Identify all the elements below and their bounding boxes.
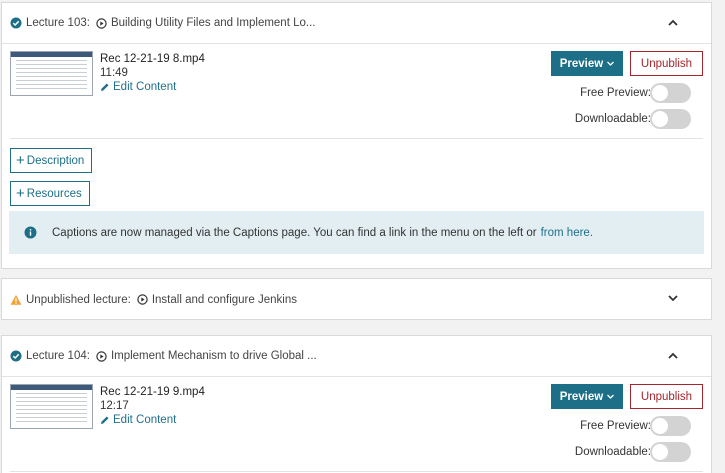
play-circle-icon — [137, 294, 148, 305]
lecture-content-row: Rec 12-21-19 8.mp4 11:49 Edit Content Pr… — [10, 44, 703, 139]
check-circle-icon — [10, 17, 22, 29]
chevron-up-icon[interactable] — [667, 16, 679, 28]
edit-content-link[interactable]: Edit Content — [100, 413, 205, 427]
captions-link[interactable]: from here. — [541, 227, 593, 239]
unpublished-label: Unpublished lecture: — [26, 293, 131, 306]
file-info: Rec 12-21-19 9.mp4 12:17 Edit Content — [100, 385, 205, 427]
lecture-header-text: Lecture 104: Implement Mechanism to driv… — [10, 350, 317, 362]
info-text: Captions are now managed via the Caption… — [52, 226, 537, 239]
free-preview-label: Free Preview: — [580, 420, 651, 432]
check-circle-icon — [10, 350, 22, 362]
free-preview-toggle[interactable] — [650, 416, 691, 436]
downloadable-toggle[interactable] — [650, 442, 691, 462]
unpublished-lecture-card: Unpublished lecture: Install and configu… — [1, 278, 712, 320]
downloadable-label: Downloadable: — [574, 113, 651, 125]
unpublish-button[interactable]: Unpublish — [630, 51, 703, 76]
play-circle-icon — [96, 17, 107, 29]
pencil-icon — [100, 82, 110, 92]
unpublished-title: Install and configure Jenkins — [151, 293, 297, 306]
caret-down-icon — [607, 394, 615, 399]
preview-label: Preview — [559, 57, 604, 70]
edit-content-label: Edit Content — [113, 81, 177, 93]
play-circle-icon — [96, 350, 107, 362]
file-duration: 12:17 — [100, 400, 129, 412]
resources-label: Resources — [26, 187, 82, 200]
pencil-icon — [100, 415, 110, 425]
file-info: Rec 12-21-19 8.mp4 11:49 Edit Content — [100, 52, 205, 94]
unpublish-button[interactable]: Unpublish — [630, 384, 703, 409]
add-resources-button[interactable]: + Resources — [10, 181, 90, 206]
chevron-down-icon[interactable] — [667, 292, 679, 304]
lecture-number: Lecture 104: — [26, 350, 90, 362]
edit-content-link[interactable]: Edit Content — [100, 80, 205, 94]
edit-content-label: Edit Content — [113, 414, 177, 426]
lecture-header[interactable]: Lecture 104: Implement Mechanism to driv… — [2, 336, 711, 377]
file-name: Rec 12-21-19 9.mp4 — [100, 386, 205, 398]
lecture-card-104: Lecture 104: Implement Mechanism to driv… — [1, 335, 712, 473]
lecture-header-text: Lecture 103: Building Utility Files and … — [10, 17, 315, 29]
video-thumbnail[interactable] — [10, 384, 93, 429]
lecture-number: Lecture 103: — [26, 17, 90, 29]
plus-icon: + — [16, 185, 25, 202]
chevron-up-icon[interactable] — [667, 349, 679, 361]
lecture-title: Implement Mechanism to drive Global ... — [110, 350, 317, 362]
add-description-button[interactable]: + Description — [10, 148, 93, 173]
lecture-header[interactable]: Lecture 103: Building Utility Files and … — [2, 3, 711, 44]
unpublished-header-text: Unpublished lecture: Install and configu… — [10, 294, 297, 306]
lecture-content-row: Rec 12-21-19 9.mp4 12:17 Edit Content Pr… — [10, 377, 703, 472]
lecture-title: Building Utility Files and Implement Lo.… — [110, 17, 316, 29]
captions-info-box: Captions are now managed via the Caption… — [9, 211, 704, 254]
file-duration: 11:49 — [100, 67, 128, 79]
warning-triangle-icon — [10, 294, 22, 306]
description-label: Description — [26, 154, 85, 167]
downloadable-label: Downloadable: — [574, 446, 651, 458]
video-thumbnail[interactable] — [10, 51, 93, 96]
preview-button[interactable]: Preview — [551, 51, 623, 76]
downloadable-toggle[interactable] — [650, 109, 691, 129]
free-preview-toggle[interactable] — [650, 83, 691, 103]
free-preview-label: Free Preview: — [580, 87, 651, 99]
caret-down-icon — [607, 61, 615, 66]
preview-button[interactable]: Preview — [551, 384, 623, 409]
preview-label: Preview — [559, 390, 604, 403]
file-name: Rec 12-21-19 8.mp4 — [100, 53, 205, 65]
info-circle-icon — [24, 226, 37, 239]
unpublished-header[interactable]: Unpublished lecture: Install and configu… — [2, 279, 711, 320]
plus-icon: + — [16, 152, 25, 169]
